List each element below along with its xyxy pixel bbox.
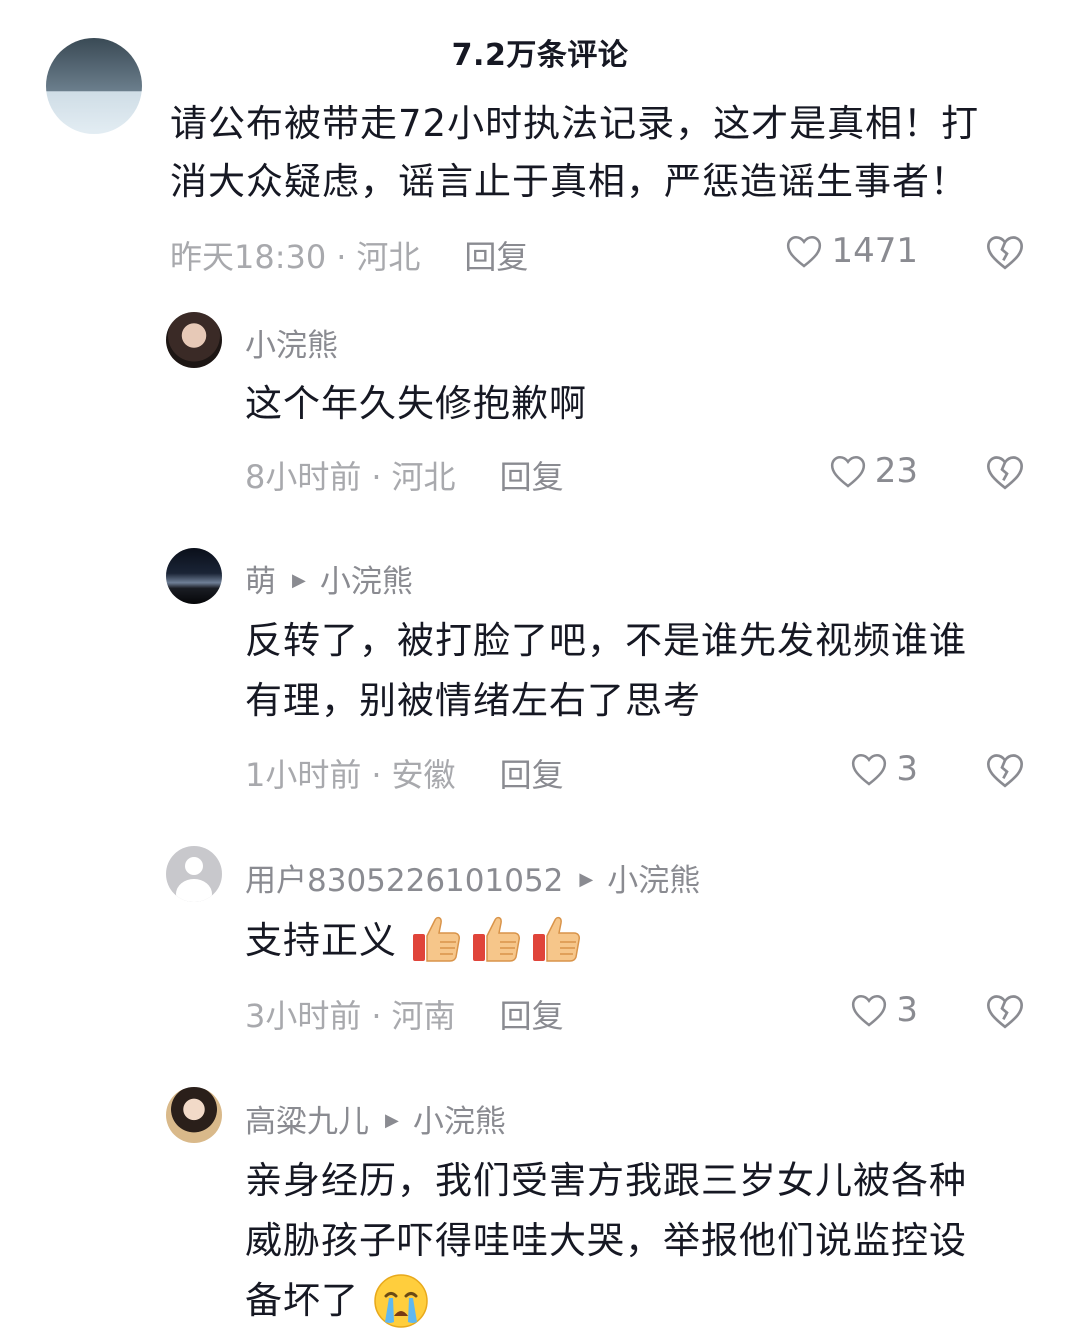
reply-to-username[interactable]: 小浣熊	[320, 564, 413, 600]
reply-arrow-icon: ▶	[579, 869, 594, 890]
reply-time: 1小时前	[245, 756, 362, 794]
reply-meta: 3小时前 · 河南 回复	[245, 991, 564, 1037]
comment-meta: 昨天18:30 · 河北 回复	[170, 232, 528, 278]
like-button[interactable]: 3	[850, 990, 918, 1030]
comment-text-line: 消大众疑虑，谣言止于真相，严惩造谣生事者！	[170, 160, 968, 203]
thumbs-up-emoji	[412, 916, 460, 962]
reply-text-line: 有理，别被情绪左右了思考	[245, 679, 701, 722]
avatar[interactable]	[166, 1087, 222, 1143]
reply-button[interactable]: 回复	[464, 238, 528, 276]
reply-text-content: 备坏了	[245, 1279, 359, 1322]
reply-button[interactable]: 回复	[500, 756, 564, 794]
default-avatar-head	[185, 857, 203, 875]
like-count: 3	[896, 990, 918, 1030]
thumbs-up-emoji	[472, 916, 520, 962]
reply-location: 安徽	[391, 756, 456, 794]
reply-text: 这个年久失修抱歉啊	[245, 382, 587, 425]
heart-icon	[787, 235, 822, 268]
reply-button[interactable]: 回复	[500, 997, 564, 1035]
comments-count-title: 7.2万条评论	[451, 38, 629, 73]
like-button[interactable]: 23	[829, 451, 918, 491]
avatar[interactable]	[166, 312, 222, 368]
meta-separator: ·	[371, 997, 382, 1035]
avatar[interactable]	[46, 38, 142, 134]
avatar[interactable]	[166, 846, 222, 902]
meta-separator: ·	[336, 238, 347, 276]
reply-text: 支持正义	[245, 912, 590, 970]
like-count: 23	[874, 451, 918, 491]
comment-location: 河北	[356, 238, 421, 276]
heart-icon	[852, 753, 887, 786]
reply-arrow-icon: ▶	[385, 1110, 399, 1131]
username-label[interactable]: 小浣熊	[245, 328, 338, 364]
default-avatar-body	[176, 879, 212, 902]
meta-separator: ·	[371, 458, 382, 496]
broken-heart-icon[interactable]	[985, 750, 1025, 790]
reply-username[interactable]: 用户8305226101052 ▶ 小浣熊	[245, 855, 700, 900]
reply-username[interactable]: 小浣熊	[245, 320, 338, 365]
reply-username[interactable]: 高粱九儿 ▶ 小浣熊	[245, 1096, 506, 1141]
reply-time: 3小时前	[245, 997, 362, 1035]
broken-heart-icon[interactable]	[985, 452, 1025, 492]
reply-text-content: 支持正义	[245, 919, 397, 962]
thumbs-up-emoji	[532, 916, 580, 962]
heart-icon	[852, 994, 887, 1027]
reply-location: 河北	[391, 458, 456, 496]
reply-button[interactable]: 回复	[500, 458, 564, 496]
broken-heart-icon[interactable]	[985, 232, 1025, 272]
reply-arrow-icon: ▶	[292, 570, 306, 591]
like-button[interactable]: 1471	[785, 231, 918, 271]
reply-text-line: 反转了，被打脸了吧，不是谁先发视频谁谁	[245, 619, 967, 662]
comment-time: 昨天18:30	[170, 238, 327, 276]
username-label[interactable]: 萌	[245, 564, 276, 600]
like-count: 3	[896, 749, 918, 789]
heart-icon	[830, 455, 865, 488]
comment-text-line: 请公布被带走72小时执法记录，这才是真相！打	[170, 102, 980, 145]
reply-meta: 8小时前 · 河北 回复	[245, 452, 564, 498]
reply-text-line: 威胁孩子吓得哇哇大哭，举报他们说监控设	[245, 1219, 967, 1262]
reply-meta: 1小时前 · 安徽 回复	[245, 750, 564, 796]
like-button[interactable]: 3	[850, 749, 918, 789]
reply-time: 8小时前	[245, 458, 362, 496]
crying-face-emoji	[374, 1273, 428, 1328]
reply-text-line: 亲身经历，我们受害方我跟三岁女儿被各种	[245, 1159, 967, 1202]
reply-to-username[interactable]: 小浣熊	[413, 1104, 506, 1140]
reply-username[interactable]: 萌 ▶ 小浣熊	[245, 556, 413, 601]
avatar[interactable]	[166, 548, 222, 604]
username-label[interactable]: 用户8305226101052	[245, 863, 563, 899]
meta-separator: ·	[371, 756, 382, 794]
username-label[interactable]: 高粱九儿	[245, 1104, 369, 1140]
broken-heart-icon[interactable]	[985, 991, 1025, 1031]
reply-location: 河南	[391, 997, 456, 1035]
reply-text-line-last: 备坏了	[245, 1272, 430, 1332]
reply-to-username[interactable]: 小浣熊	[607, 863, 700, 899]
like-count: 1471	[831, 231, 918, 271]
